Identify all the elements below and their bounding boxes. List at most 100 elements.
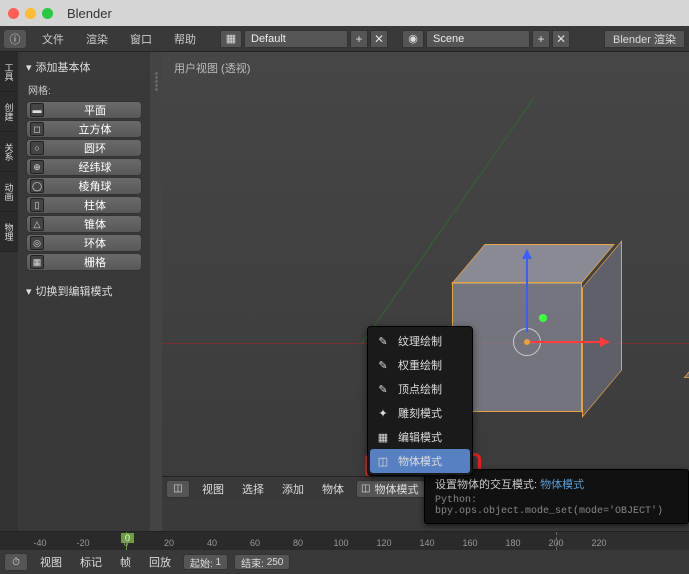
mode-item-label: 顶点绘制: [398, 381, 442, 397]
maximize-window-button[interactable]: [42, 8, 53, 19]
tool-shelf: 工具 创建 关系 动画 物理 ▾ 添加基本体 网格: ▬ 平面 ◻ 立方体 ○ 圆环 ⊕ 经纬…: [0, 52, 162, 534]
layout-browse-icon[interactable]: ▦: [220, 30, 242, 48]
mesh-primitive-button[interactable]: ◎环体: [26, 234, 142, 252]
minimize-window-button[interactable]: [25, 8, 36, 19]
vh-view[interactable]: 视图: [196, 479, 230, 499]
tab-create[interactable]: 创建: [0, 92, 18, 132]
main-area: 工具 创建 关系 动画 物理 ▾ 添加基本体 网格: ▬ 平面 ◻ 立方体 ○ 圆环 ⊕ 经纬…: [0, 52, 689, 534]
ruler-tick-label: 60: [250, 538, 260, 548]
ruler-tick-label: 100: [333, 538, 348, 548]
vh-add[interactable]: 添加: [276, 479, 310, 499]
3d-viewport[interactable]: 用户视图 (透视) ✎纹理绘制✎权重绘制✎顶点绘制✦雕刻模式▦编辑模式◫物体模式…: [162, 52, 689, 534]
tab-relations[interactable]: 关系: [0, 132, 18, 172]
mesh-item-label: 平面: [52, 102, 138, 118]
ruler-tick-label: 40: [207, 538, 217, 548]
tab-tools[interactable]: 工具: [0, 52, 18, 92]
mesh-icon: ◻: [30, 122, 44, 136]
mesh-icon: ▯: [30, 198, 44, 212]
render-engine-selector[interactable]: Blender 渲染: [604, 30, 685, 48]
title-bar: Blender: [0, 0, 689, 26]
vh-object[interactable]: 物体: [316, 479, 350, 499]
mesh-item-label: 圆环: [52, 140, 138, 156]
timeline-editor: -40-20020406080100120140160180200220 ⏱ 视…: [0, 531, 689, 573]
mesh-icon: ○: [30, 141, 44, 155]
start-frame-field[interactable]: 起始: 1: [183, 554, 228, 570]
scene-selector: ◉ Scene + ✕: [402, 30, 570, 48]
screen-layout-selector: ▦ Default + ✕: [220, 30, 388, 48]
z-axis-arrow[interactable]: [526, 252, 528, 332]
ruler-tick-label: 220: [591, 538, 606, 548]
tl-marker[interactable]: 标记: [74, 552, 108, 572]
scene-delete-button[interactable]: ✕: [552, 30, 570, 48]
mode-icon: ▦: [376, 430, 390, 444]
collapse-icon: ▾: [26, 285, 32, 298]
vh-select[interactable]: 选择: [236, 479, 270, 499]
end-frame-region: [556, 532, 689, 550]
tl-view[interactable]: 视图: [34, 552, 68, 572]
mesh-item-label: 柱体: [52, 197, 138, 213]
mesh-primitive-button[interactable]: ◯ 棱角球: [26, 177, 142, 195]
add-primitive-panel-header[interactable]: ▾ 添加基本体: [22, 56, 146, 78]
ruler-tick-label: 160: [462, 538, 477, 548]
editor-type-icon[interactable]: ◫: [166, 480, 190, 498]
mesh-item-label: 经纬球: [52, 159, 138, 175]
ruler-tick-label: 200: [548, 538, 563, 548]
menu-file[interactable]: 文件: [32, 28, 74, 50]
switch-to-edit-mode[interactable]: ▾ 切换到编辑模式: [22, 277, 146, 305]
mesh-primitive-button[interactable]: ◻ 立方体: [26, 120, 142, 138]
timeline-editor-icon[interactable]: ⏱: [4, 553, 28, 571]
mesh-icon: ◯: [30, 179, 44, 193]
scene-browse-icon[interactable]: ◉: [402, 30, 424, 48]
layout-add-button[interactable]: +: [350, 30, 368, 48]
mode-icon: ✎: [376, 358, 390, 372]
mesh-icon: ⊕: [30, 160, 44, 174]
layout-name-field[interactable]: Default: [244, 30, 348, 48]
ruler-tick-label: 120: [376, 538, 391, 548]
mesh-item-label: 立方体: [52, 121, 138, 137]
mode-menu-item[interactable]: ◫物体模式: [370, 449, 470, 473]
mode-icon: ◫: [376, 454, 390, 468]
tool-shelf-content: ▾ 添加基本体 网格: ▬ 平面 ◻ 立方体 ○ 圆环 ⊕ 经纬球 ◯ 棱角球 ▯ 柱体 △锥体◎环体▦…: [18, 52, 150, 534]
mesh-section-label: 网格:: [22, 78, 146, 101]
tl-playback[interactable]: 回放: [143, 552, 177, 572]
tooltip-python: Python: bpy.ops.object.mode_set(mode='OB…: [435, 495, 678, 517]
scene-name-field[interactable]: Scene: [426, 30, 530, 48]
panel-title: 添加基本体: [36, 59, 91, 75]
x-axis-arrow[interactable]: [527, 341, 607, 343]
mesh-primitive-button[interactable]: ○ 圆环: [26, 139, 142, 157]
close-window-button[interactable]: [8, 8, 19, 19]
cube-icon: ◫: [361, 483, 370, 494]
top-menu-bar: ⓘ 文件 渲染 窗口 帮助 ▦ Default + ✕ ◉ Scene + ✕ …: [0, 26, 689, 52]
tab-physics[interactable]: 物理: [0, 212, 18, 252]
tab-animation[interactable]: 动画: [0, 172, 18, 212]
mesh-icon: ▬: [30, 103, 44, 117]
timeline-ruler[interactable]: -40-20020406080100120140160180200220: [0, 532, 689, 550]
switch-edit-label: 切换到编辑模式: [36, 283, 113, 299]
end-frame-field[interactable]: 结束: 250: [234, 554, 290, 570]
mesh-item-label: 棱角球: [52, 178, 138, 194]
y-axis-handle[interactable]: [539, 314, 547, 322]
scene-add-button[interactable]: +: [532, 30, 550, 48]
mode-menu-item[interactable]: ▦编辑模式: [370, 425, 470, 449]
mesh-primitive-button[interactable]: ⊕ 经纬球: [26, 158, 142, 176]
timeline-header: ⏱ 视图 标记 帧 回放 起始: 1 结束: 250: [0, 550, 689, 574]
mesh-primitive-button[interactable]: ▯ 柱体: [26, 196, 142, 214]
menu-window[interactable]: 窗口: [120, 28, 162, 50]
menu-help[interactable]: 帮助: [164, 28, 206, 50]
mesh-primitive-button[interactable]: ▬ 平面: [26, 101, 142, 119]
mode-menu-item[interactable]: ✦雕刻模式: [370, 401, 470, 425]
info-editor-icon[interactable]: ⓘ: [4, 30, 26, 48]
mesh-primitive-button[interactable]: △锥体: [26, 215, 142, 233]
tl-frame[interactable]: 帧: [114, 552, 137, 572]
panel-resize-handle[interactable]: [150, 52, 162, 534]
mode-menu-item[interactable]: ✎权重绘制: [370, 353, 470, 377]
ruler-tick-label: -20: [76, 538, 89, 548]
ruler-tick-label: 80: [293, 538, 303, 548]
layout-delete-button[interactable]: ✕: [370, 30, 388, 48]
mode-menu-item[interactable]: ✎纹理绘制: [370, 329, 470, 353]
mode-menu-item[interactable]: ✎顶点绘制: [370, 377, 470, 401]
mesh-item-label: 栅格: [52, 254, 138, 270]
plane-object[interactable]: [684, 346, 689, 378]
menu-render[interactable]: 渲染: [76, 28, 118, 50]
mesh-primitive-button[interactable]: ▦栅格: [26, 253, 142, 271]
